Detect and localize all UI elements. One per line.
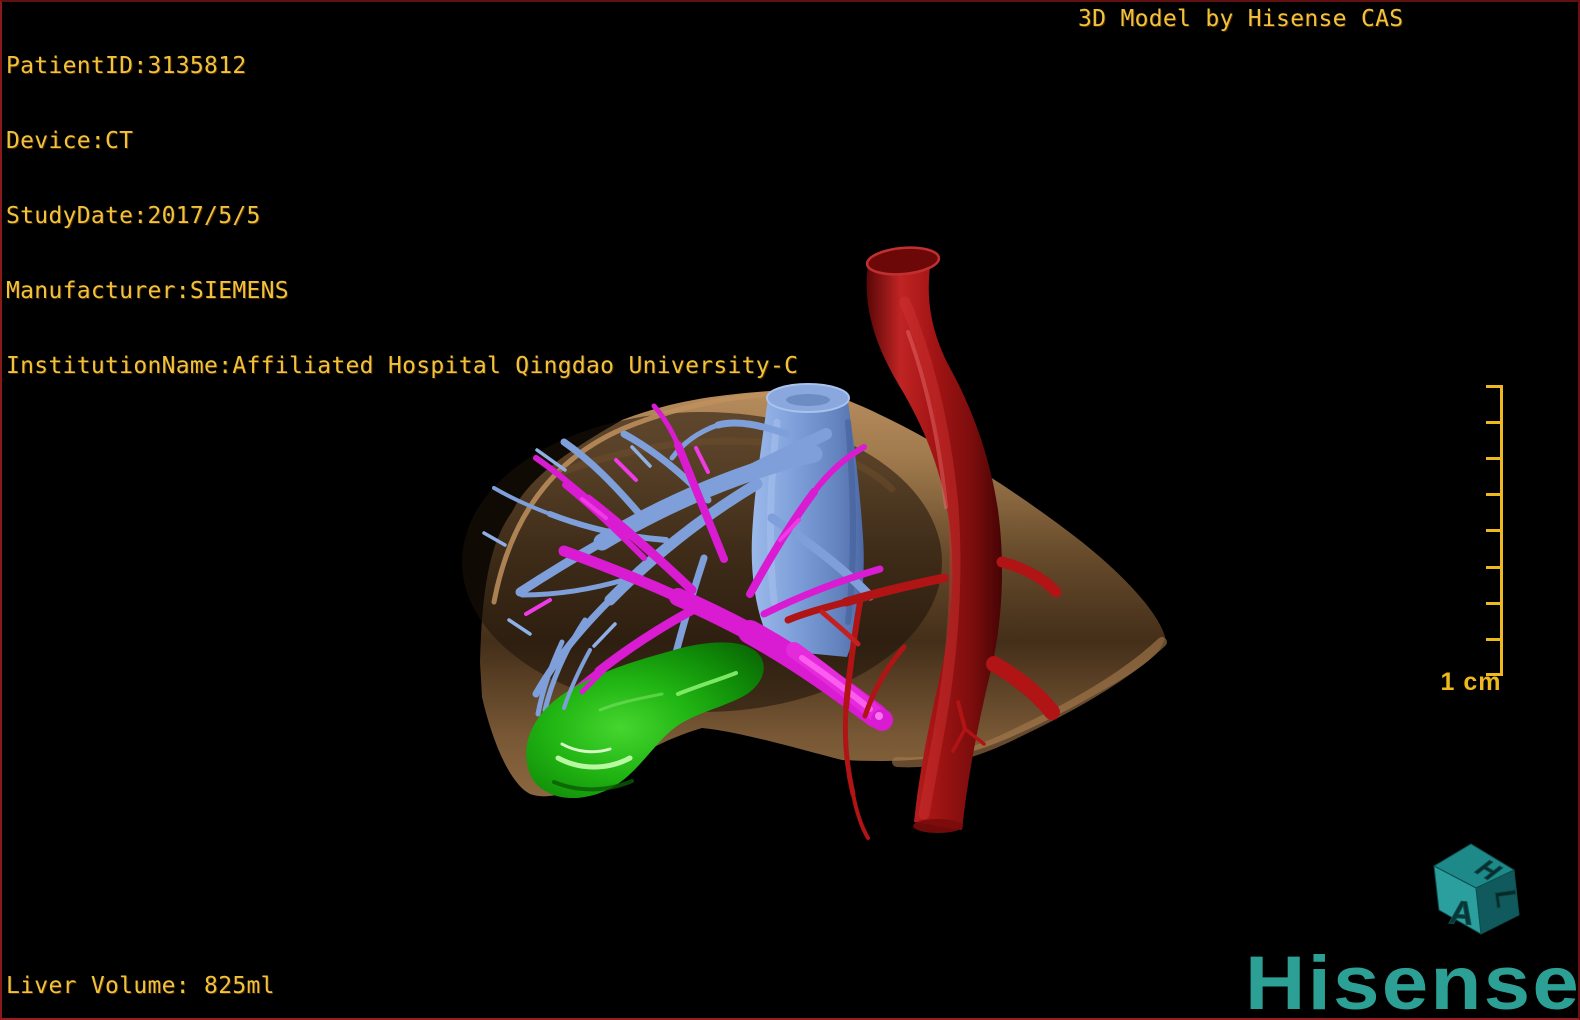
patient-id-line: PatientID:3135812 (6, 53, 247, 79)
watermark-text: 3D Model by Hisense CAS (1078, 6, 1404, 32)
device-line: Device:CT (6, 128, 134, 154)
institution-line: InstitutionName:Affiliated Hospital Qing… (6, 353, 799, 379)
brand-logo: Hisense (1245, 941, 1580, 1020)
manufacturer-line: Manufacturer:SIEMENS (6, 278, 289, 304)
study-date-line: StudyDate:2017/5/5 (6, 203, 261, 229)
liver-volume-label: Liver Volume: 825ml (6, 973, 275, 999)
viewer-window: H A L PatientID:3135812 Device:CT StudyD… (0, 0, 1580, 1020)
orientation-cube[interactable]: H A L (1432, 843, 1524, 935)
patient-info-block: PatientID:3135812 Device:CT StudyDate:20… (6, 4, 798, 429)
scale-bar (1486, 385, 1503, 676)
scale-bar-label: 1 cm (1440, 668, 1502, 696)
